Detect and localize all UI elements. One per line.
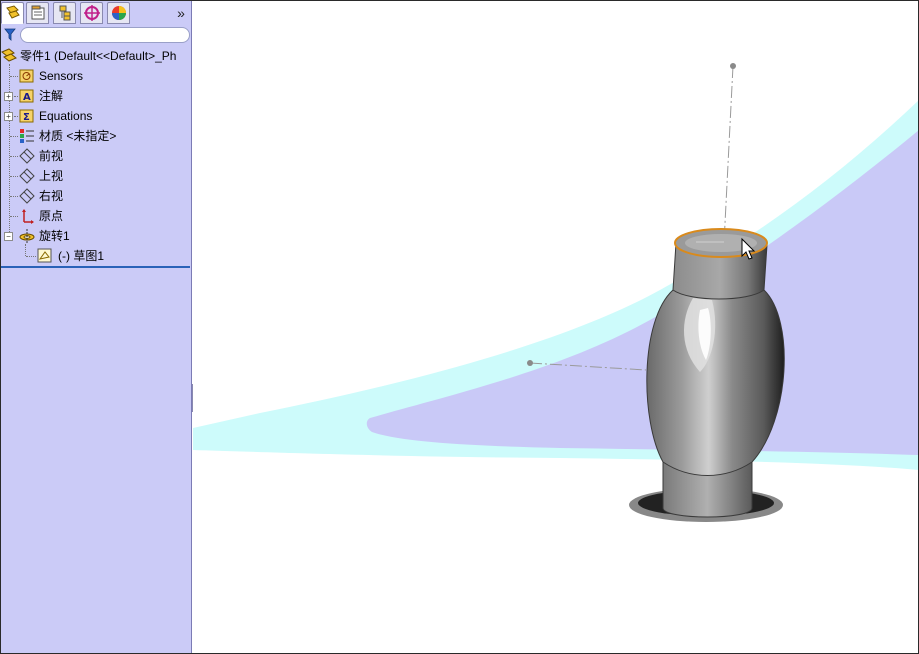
tree-item-origin[interactable]: 原点 bbox=[0, 206, 191, 226]
tree-item-label: 前视 bbox=[39, 149, 64, 163]
floor-plane bbox=[193, 100, 919, 470]
equations-folder-icon: Σ bbox=[19, 109, 34, 123]
tree-item-sensors[interactable]: Sensors bbox=[0, 66, 191, 86]
tree-item-label: 旋转1 bbox=[39, 229, 70, 243]
tree-item-right-plane[interactable]: 右视 bbox=[0, 186, 191, 206]
dimxpert-tab[interactable] bbox=[80, 2, 103, 24]
model-scene bbox=[193, 63, 919, 522]
part-icon bbox=[1, 48, 17, 62]
tree-item-annotations[interactable]: + A 注解 bbox=[0, 86, 191, 106]
plane-icon bbox=[19, 148, 35, 164]
propertymanager-tab[interactable] bbox=[26, 2, 49, 24]
tree-item-label: 右视 bbox=[39, 189, 64, 203]
tree-item-label: 注解 bbox=[39, 89, 64, 103]
feature-tree-icon bbox=[6, 5, 20, 19]
sensors-folder-icon bbox=[19, 69, 34, 83]
tree-item-material[interactable]: 材质 <未指定> bbox=[0, 126, 191, 146]
revolved-part-body[interactable] bbox=[646, 228, 785, 518]
sketch-icon bbox=[37, 248, 52, 263]
graphics-viewport[interactable] bbox=[193, 0, 919, 654]
expand-icon[interactable]: + bbox=[4, 92, 13, 101]
plane-icon bbox=[19, 168, 35, 184]
featuremanager-tab[interactable] bbox=[1, 2, 24, 24]
feature-manager-panel: » 零件1 (Default<<Default>_Ph Sensors + A … bbox=[0, 0, 192, 654]
tree-item-sketch1[interactable]: (-) 草图1 bbox=[0, 246, 191, 266]
annotations-folder-icon: A bbox=[19, 89, 34, 103]
tree-filter bbox=[2, 27, 190, 43]
filter-icon[interactable] bbox=[4, 28, 16, 41]
configurationmanager-tab[interactable] bbox=[53, 2, 76, 24]
tree-root-part[interactable]: 零件1 (Default<<Default>_Ph bbox=[0, 46, 191, 66]
tree-item-revolve1[interactable]: − 旋转1 bbox=[0, 226, 191, 246]
manager-tab-bar: » bbox=[0, 0, 191, 26]
tree-item-front-plane[interactable]: 前视 bbox=[0, 146, 191, 166]
tree-item-top-plane[interactable]: 上视 bbox=[0, 166, 191, 186]
origin-icon bbox=[22, 209, 34, 224]
property-manager-icon bbox=[31, 5, 45, 20]
displaymanager-tab[interactable] bbox=[107, 2, 130, 24]
plane-icon bbox=[19, 188, 35, 204]
material-icon bbox=[20, 129, 34, 143]
tree-root-label: 零件1 (Default<<Default>_Ph bbox=[20, 49, 177, 63]
collapse-icon[interactable]: − bbox=[4, 232, 13, 241]
solidworks-window: » 零件1 (Default<<Default>_Ph Sensors + A … bbox=[0, 0, 919, 654]
tree-item-label: Sensors bbox=[39, 69, 84, 83]
tree-item-label: Equations bbox=[39, 109, 93, 123]
dimxpert-icon bbox=[84, 5, 100, 21]
tree-item-equations[interactable]: + Σ Equations bbox=[0, 106, 191, 126]
tree-item-label: (-) 草图1 bbox=[58, 249, 104, 263]
tree-item-label: 上视 bbox=[39, 169, 64, 183]
svg-text:Σ: Σ bbox=[23, 112, 30, 123]
rollback-bar[interactable] bbox=[0, 266, 190, 268]
filter-input[interactable] bbox=[20, 27, 190, 43]
display-manager-icon bbox=[112, 6, 126, 20]
tree-item-label: 原点 bbox=[39, 209, 64, 223]
expand-icon[interactable]: + bbox=[4, 112, 13, 121]
configuration-manager-icon bbox=[59, 5, 71, 21]
svg-text:A: A bbox=[23, 92, 31, 103]
tree-item-label: 材质 <未指定> bbox=[39, 129, 117, 143]
revolve-feature-icon bbox=[19, 229, 35, 243]
more-tabs-button[interactable]: » bbox=[172, 2, 190, 24]
